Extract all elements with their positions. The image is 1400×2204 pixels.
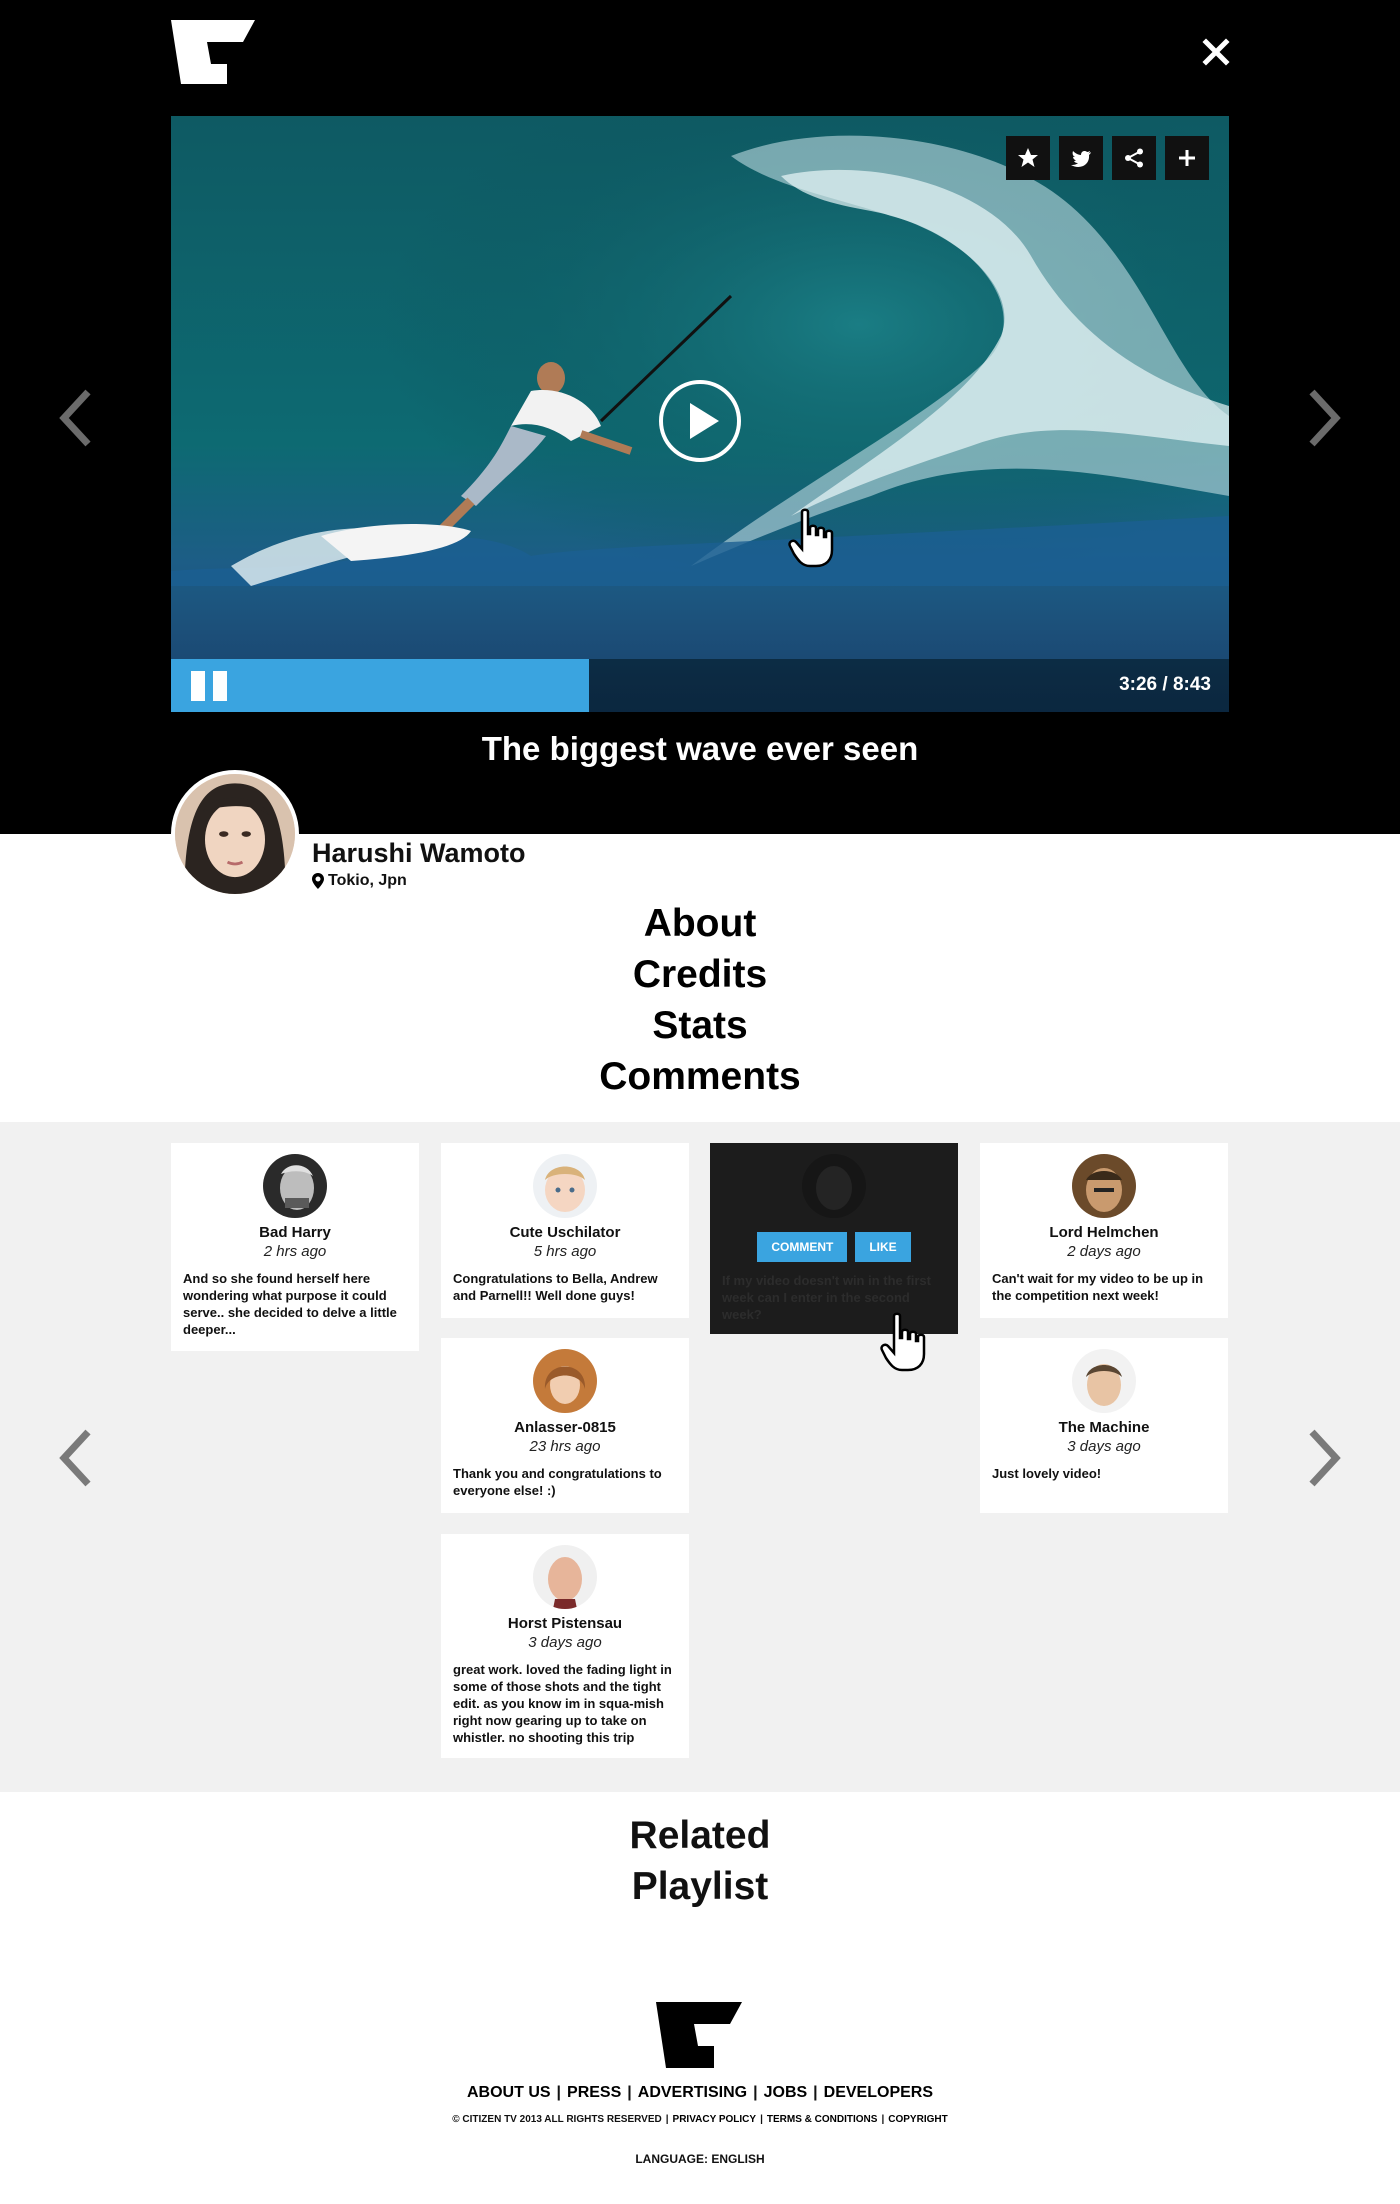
video-section-nav: About Credits Stats Comments [0,898,1400,1102]
video-title: The biggest wave ever seen [481,730,919,767]
pause-icon[interactable] [191,671,229,701]
comment-time: 5 hrs ago [533,1243,597,1260]
comment-card-hover[interactable]: COMMENT LIKE If my video doesn't win in … [710,1143,958,1334]
location-pin-icon [312,873,324,889]
footer-link-press[interactable]: PRESS [567,2084,621,2101]
video-player[interactable]: 3:26 / 8:43 [171,116,1229,712]
footer-separator: | [753,2084,758,2101]
progress-bar[interactable] [171,659,589,712]
commenter-avatar[interactable] [533,1154,597,1218]
footer-link-jobs[interactable]: JOBS [764,2084,808,2101]
commenter-name[interactable]: Lord Helmchen [980,1224,1228,1241]
play-icon[interactable] [657,378,743,464]
footer-separator: | [813,2084,818,2101]
comment-text: Can't wait for my video to be up in the … [992,1271,1204,1303]
author-location: Tokio, Jpn [312,872,407,890]
footer-separator: | [881,2114,885,2125]
comment-card[interactable]: Lord Helmchen 2 days ago Can't wait for … [980,1143,1228,1318]
section-stats[interactable]: Stats [0,1000,1400,1051]
footer-link-about-us[interactable]: ABOUT US [467,2084,551,2101]
hand-cursor-icon [880,1312,926,1372]
video-controls: 3:26 / 8:43 [171,659,1229,712]
privacy-policy-link[interactable]: PRIVACY POLICY [673,2114,757,2125]
commenter-name[interactable]: Bad Harry [171,1224,419,1241]
footer-separator: | [627,2084,632,2101]
comment-time: 3 days ago [1067,1438,1141,1455]
comment-actions: COMMENT LIKE [710,1232,958,1262]
video-lightbox: 3:26 / 8:43 The biggest wave ever seen [0,0,1400,834]
share-icon[interactable] [1112,136,1156,180]
language-selector[interactable]: LANGUAGE: ENGLISH [0,2152,1400,2166]
author-location-text: Tokio, Jpn [328,872,407,889]
comment-time: 23 hrs ago [529,1438,601,1455]
comment-card[interactable]: Cute Uschilator 5 hrs ago Congratulation… [441,1143,689,1318]
share-toolbar [1006,136,1209,180]
author-avatar[interactable] [171,770,299,898]
comment-card[interactable]: Anlasser-0815 23 hrs ago Thank you and c… [441,1338,689,1513]
citizen-logo-icon[interactable] [171,20,255,84]
comment-button[interactable]: COMMENT [757,1232,848,1262]
previous-video-arrow-icon[interactable] [48,378,108,458]
related-line-2: Playlist [631,1865,769,1908]
comments-panel: Bad Harry 2 hrs ago And so she found her… [0,1122,1400,1792]
comment-text: Congratulations to Bella, Andrew and Par… [453,1271,658,1303]
footer-link-developers[interactable]: DEVELOPERS [824,2084,933,2101]
hand-cursor-icon [788,508,834,568]
footer-legal: © CITIZEN TV 2013 ALL RIGHTS RESERVED | PR… [0,2114,1400,2125]
commenter-name[interactable]: Horst Pistensau [441,1615,689,1632]
comment-time: 3 days ago [528,1634,602,1651]
commenter-name[interactable]: The Machine [980,1419,1228,1436]
comment-text: Just lovely video! [992,1466,1102,1481]
comment-card[interactable]: Bad Harry 2 hrs ago And so she found her… [171,1143,419,1351]
copyright-text: © CITIZEN TV 2013 ALL RIGHTS RESERVED [452,2114,662,2125]
comment-time: 2 hrs ago [263,1243,327,1260]
footer-separator: | [556,2084,562,2101]
plus-icon[interactable] [1165,136,1209,180]
comments-next-arrow-icon[interactable] [1292,1418,1352,1498]
commenter-avatar[interactable] [1072,1349,1136,1413]
comment-text: great work. loved the fading light in so… [453,1662,672,1745]
close-icon[interactable] [1198,34,1234,70]
footer-logo-icon[interactable] [656,2002,742,2068]
comment-text: And so she found herself here wondering … [183,1271,397,1337]
related-playlist-heading[interactable]: Related Playlist [0,1810,1400,1912]
related-line-1: Related [629,1814,771,1857]
twitter-icon[interactable] [1059,136,1103,180]
commenter-avatar[interactable] [533,1545,597,1609]
copyright-link[interactable]: COPYRIGHT [888,2114,947,2125]
comment-text: Thank you and congratulations to everyon… [453,1466,662,1498]
comment-card[interactable]: The Machine 3 days ago Just lovely video… [980,1338,1228,1513]
footer-link-advertising[interactable]: ADVERTISING [638,2084,747,2101]
section-credits[interactable]: Credits [0,949,1400,1000]
commenter-avatar[interactable] [1072,1154,1136,1218]
footer-separator: | [760,2114,763,2125]
footer-separator: | [665,2114,669,2125]
commenter-avatar[interactable] [533,1349,597,1413]
timecode: 3:26 / 8:43 [1119,674,1211,695]
star-icon[interactable] [1006,136,1050,180]
footer-links: ABOUT US | PRESS | ADVERTISING | JOBS | DEVELOPE… [0,2084,1400,2102]
comments-prev-arrow-icon[interactable] [48,1418,108,1498]
commenter-avatar[interactable] [802,1154,866,1218]
commenter-name[interactable]: Anlasser-0815 [441,1419,689,1436]
commenter-avatar[interactable] [263,1154,327,1218]
commenter-name[interactable]: Cute Uschilator [441,1224,689,1241]
comment-time: 2 days ago [1067,1243,1141,1260]
comment-card[interactable]: Horst Pistensau 3 days ago great work. l… [441,1534,689,1758]
next-video-arrow-icon[interactable] [1292,378,1352,458]
section-about[interactable]: About [0,898,1400,949]
author-name[interactable]: Harushi Wamoto [312,838,526,869]
like-button[interactable]: LIKE [855,1232,911,1262]
section-comments[interactable]: Comments [0,1051,1400,1102]
terms-link[interactable]: TERMS & CONDITIONS [767,2114,878,2125]
